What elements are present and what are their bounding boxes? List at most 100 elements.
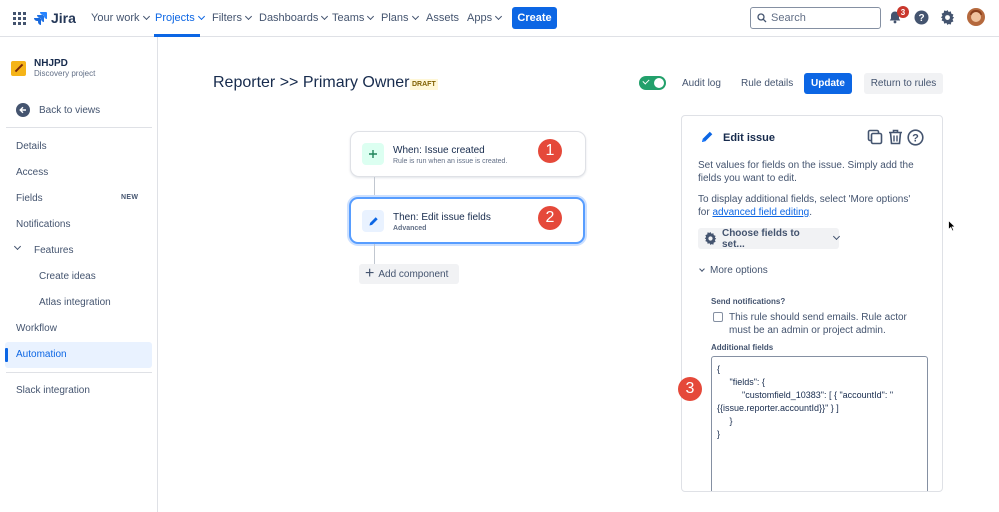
duplicate-button[interactable]: [867, 129, 883, 148]
active-nav-indicator: [154, 34, 200, 37]
sidebar-item-workflow[interactable]: Workflow: [16, 323, 57, 334]
nav-dashboards[interactable]: Dashboards: [259, 12, 329, 24]
chevron-down-icon[interactable]: [13, 242, 22, 251]
gear-icon: [704, 232, 717, 245]
project-type: Discovery project: [34, 69, 96, 78]
chevron-down-icon: [321, 12, 329, 21]
audit-log-button[interactable]: Audit log: [682, 78, 721, 89]
add-component-button[interactable]: + Add component: [359, 264, 459, 284]
check-icon: [642, 77, 650, 85]
nav-your-work[interactable]: Your work: [91, 12, 150, 24]
nav-filters[interactable]: Filters: [212, 12, 252, 24]
arrow-left-icon: [16, 103, 30, 117]
step-marker: 2: [538, 206, 562, 230]
nav-projects[interactable]: Projects: [155, 12, 205, 24]
jira-logo-icon: [34, 12, 47, 25]
nav-assets[interactable]: Assets: [426, 12, 459, 24]
choose-fields-dropdown[interactable]: Choose fields to set...: [698, 227, 841, 250]
additional-fields-textarea[interactable]: { "fields": { "customfield_10383": [ { "…: [711, 356, 928, 491]
more-options-toggle[interactable]: More options: [699, 265, 768, 276]
more-options-label: More options: [710, 265, 768, 276]
top-navigation: Jira Your work Projects Filters Dashboar…: [0, 0, 999, 37]
sidebar-item-atlas-integration[interactable]: Atlas integration: [39, 297, 111, 308]
sidebar-item-automation[interactable]: Automation: [16, 349, 67, 360]
mouse-cursor-icon: [948, 220, 956, 232]
search-placeholder: Search: [771, 12, 806, 24]
sidebar-item-fields[interactable]: Fields: [16, 193, 43, 204]
sidebar-divider: [6, 372, 152, 373]
notification-count-badge: 3: [897, 6, 909, 18]
sidebar-item-slack-integration[interactable]: Slack integration: [16, 385, 90, 396]
status-badge: DRAFT: [410, 79, 438, 90]
flow-connector: [374, 177, 375, 198]
back-to-views-link[interactable]: Back to views: [16, 103, 100, 117]
more-info-suffix: .: [809, 207, 812, 218]
add-component-label: Add component: [378, 268, 449, 280]
search-input[interactable]: Search: [750, 7, 881, 29]
advanced-field-editing-link[interactable]: advanced field editing: [712, 207, 809, 218]
trash-icon: [889, 129, 902, 145]
chevron-down-icon: [142, 12, 150, 21]
user-avatar[interactable]: [967, 8, 985, 26]
project-sidebar: NHJPD Discovery project Back to views De…: [0, 37, 158, 512]
chevron-down-icon: [832, 232, 841, 241]
nav-apps[interactable]: Apps: [467, 12, 503, 24]
action-title: Then: Edit issue fields: [393, 212, 491, 223]
svg-text:?: ?: [912, 133, 919, 145]
panel-more-info: To display additional fields, select 'Mo…: [698, 193, 923, 219]
chevron-down-icon: [367, 12, 375, 21]
nav-label: Assets: [426, 12, 460, 24]
sidebar-item-create-ideas[interactable]: Create ideas: [39, 271, 96, 282]
trigger-subtitle: Rule is run when an issue is created.: [393, 158, 508, 165]
sidebar-item-access[interactable]: Access: [16, 167, 48, 178]
delete-button[interactable]: [888, 129, 903, 148]
pencil-icon: [700, 130, 714, 147]
pencil-icon: [362, 210, 384, 232]
rule-details-button[interactable]: Rule details: [741, 78, 793, 89]
step-marker: 1: [538, 139, 562, 163]
step-marker: 3: [678, 377, 702, 401]
search-icon: [757, 13, 767, 23]
panel-title: Edit issue: [723, 132, 775, 144]
help-icon: ?: [914, 10, 929, 25]
avatar-face: [971, 12, 981, 22]
copy-icon: [867, 129, 883, 145]
panel-description: Set values for fields on the issue. Simp…: [698, 160, 914, 184]
chevron-down-icon: [411, 12, 419, 21]
back-label: Back to views: [39, 104, 101, 116]
nav-label: Filters: [212, 12, 242, 24]
settings-button[interactable]: [940, 10, 955, 28]
choose-fields-label: Choose fields to set...: [721, 227, 800, 250]
project-icon: [11, 61, 26, 76]
project-name[interactable]: NHJPD: [34, 58, 68, 69]
svg-text:?: ?: [918, 13, 924, 24]
nav-label: Dashboards: [259, 12, 319, 24]
rule-enabled-toggle[interactable]: [639, 76, 666, 90]
additional-fields-label: Additional fields: [711, 343, 774, 352]
sidebar-item-features[interactable]: Features: [34, 245, 73, 256]
chevron-down-icon: [699, 265, 705, 272]
help-button[interactable]: ?: [907, 129, 924, 149]
sidebar-item-details[interactable]: Details: [16, 141, 47, 152]
return-to-rules-button[interactable]: Return to rules: [864, 73, 943, 94]
nav-plans[interactable]: Plans: [381, 12, 419, 24]
create-button[interactable]: Create: [512, 7, 557, 29]
help-button[interactable]: ?: [914, 10, 929, 28]
sidebar-item-notifications[interactable]: Notifications: [16, 219, 70, 230]
app-switcher-icon[interactable]: [13, 12, 26, 25]
nav-teams[interactable]: Teams: [332, 12, 375, 24]
nav-label: Plans: [381, 12, 409, 24]
active-item-indicator: [5, 348, 8, 362]
send-notifications-checkbox[interactable]: [713, 312, 723, 322]
chevron-down-icon: [197, 12, 205, 21]
app-name: Jira: [51, 10, 76, 26]
nav-label: Teams: [332, 12, 365, 24]
edit-issue-panel: Edit issue ? Set values for fields on th…: [681, 115, 943, 492]
update-button[interactable]: Update: [804, 73, 852, 94]
new-badge: NEW: [121, 194, 139, 201]
chevron-down-icon: [244, 12, 252, 21]
nav-label: Apps: [467, 12, 493, 24]
jira-logo[interactable]: Jira: [33, 10, 76, 26]
plus-icon: [362, 143, 384, 165]
action-subtitle: Advanced: [393, 225, 427, 232]
